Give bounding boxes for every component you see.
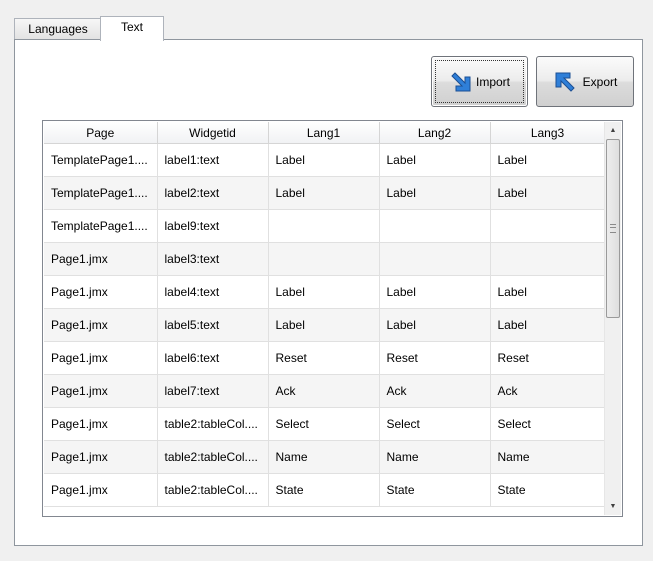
column-header-lang1[interactable]: Lang1 xyxy=(268,122,380,144)
table-cell[interactable]: Label xyxy=(379,308,491,342)
table-cell[interactable]: Label xyxy=(379,143,491,177)
table-cell[interactable]: Ack xyxy=(379,374,491,408)
table-cell[interactable]: Ack xyxy=(268,374,380,408)
table-cell[interactable]: Page1.jmx xyxy=(44,242,158,276)
import-label: Import xyxy=(475,74,510,89)
table-cell[interactable]: Select xyxy=(268,407,380,441)
table-cell[interactable]: label5:text xyxy=(157,308,269,342)
table-cell[interactable]: label1:text xyxy=(157,143,269,177)
text-tab-panel: Import Export Page Widgetid Lang1 Lang2 … xyxy=(14,39,643,546)
table-row[interactable]: Page1.jmx label6:text Reset Reset Reset xyxy=(44,341,606,375)
table-cell[interactable]: table2:tableCol.... xyxy=(157,473,269,507)
table-cell[interactable]: State xyxy=(379,473,491,507)
table-cell[interactable]: Label xyxy=(268,176,380,210)
column-header-lang3[interactable]: Lang3 xyxy=(490,122,606,144)
table-cell[interactable]: label2:text xyxy=(157,176,269,210)
table-cell[interactable]: label4:text xyxy=(157,275,269,309)
table-cell[interactable]: TemplatePage1.... xyxy=(44,176,158,210)
table-cell[interactable]: Name xyxy=(268,440,380,474)
tab-text[interactable]: Text xyxy=(100,16,164,41)
table-cell[interactable]: TemplatePage1.... xyxy=(44,143,158,177)
scrollbar-grip-icon xyxy=(610,224,616,233)
table-cell[interactable]: Label xyxy=(268,308,380,342)
scroll-down-arrow-icon[interactable]: ▼ xyxy=(605,498,621,515)
table-row[interactable]: TemplatePage1.... label1:text Label Labe… xyxy=(44,143,606,177)
table-cell[interactable]: Page1.jmx xyxy=(44,473,158,507)
import-button[interactable]: Import xyxy=(431,56,528,107)
table-cell[interactable]: State xyxy=(268,473,380,507)
table-cell[interactable]: Label xyxy=(490,275,606,309)
table-cell[interactable]: Label xyxy=(379,176,491,210)
table-cell[interactable] xyxy=(268,242,380,276)
table-cell[interactable]: label9:text xyxy=(157,209,269,243)
table-cell[interactable]: Page1.jmx xyxy=(44,374,158,408)
table-row[interactable]: Page1.jmx label5:text Label Label Label xyxy=(44,308,606,342)
table-cell[interactable] xyxy=(379,242,491,276)
table-cell[interactable]: label6:text xyxy=(157,341,269,375)
table-cell[interactable]: Label xyxy=(490,308,606,342)
table-cell[interactable]: Reset xyxy=(379,341,491,375)
scroll-up-arrow-icon[interactable]: ▲ xyxy=(605,122,621,139)
table-cell[interactable] xyxy=(268,209,380,243)
tab-languages[interactable]: Languages xyxy=(14,18,102,39)
column-header-page[interactable]: Page xyxy=(44,122,158,144)
table-cell[interactable] xyxy=(490,209,606,243)
table-cell[interactable] xyxy=(490,242,606,276)
export-button[interactable]: Export xyxy=(536,56,634,107)
table-cell[interactable]: Select xyxy=(379,407,491,441)
table-cell[interactable]: Label xyxy=(490,143,606,177)
table-cell[interactable]: Label xyxy=(379,275,491,309)
table-row[interactable]: Page1.jmx label4:text Label Label Label xyxy=(44,275,606,309)
table-cell[interactable]: label3:text xyxy=(157,242,269,276)
table-cell[interactable]: Page1.jmx xyxy=(44,308,158,342)
table-cell[interactable] xyxy=(379,209,491,243)
table-cell[interactable]: TemplatePage1.... xyxy=(44,209,158,243)
table-cell[interactable]: Page1.jmx xyxy=(44,440,158,474)
table-cell[interactable]: Page1.jmx xyxy=(44,275,158,309)
table-cell[interactable]: Ack xyxy=(490,374,606,408)
table-row[interactable]: TemplatePage1.... label2:text Label Labe… xyxy=(44,176,606,210)
export-label: Export xyxy=(582,74,618,89)
column-header-lang2[interactable]: Lang2 xyxy=(379,122,491,144)
scrollbar-thumb[interactable] xyxy=(606,139,620,318)
table-cell[interactable]: Label xyxy=(268,275,380,309)
table-row[interactable]: Page1.jmx label3:text xyxy=(44,242,606,276)
table-header: Page Widgetid Lang1 Lang2 Lang3 xyxy=(44,122,606,144)
table-row[interactable]: Page1.jmx label7:text Ack Ack Ack xyxy=(44,374,606,408)
vertical-scrollbar[interactable]: ▲ ▼ xyxy=(604,122,621,515)
table-cell[interactable]: Name xyxy=(379,440,491,474)
table-cell[interactable]: Label xyxy=(490,176,606,210)
table-cell[interactable]: label7:text xyxy=(157,374,269,408)
table-cell[interactable]: Page1.jmx xyxy=(44,407,158,441)
arrow-up-left-icon xyxy=(555,72,575,92)
table-cell[interactable]: Name xyxy=(490,440,606,474)
translation-table: Page Widgetid Lang1 Lang2 Lang3 Template… xyxy=(42,120,623,517)
table-cell[interactable]: Select xyxy=(490,407,606,441)
table-row[interactable]: Page1.jmx table2:tableCol.... Name Name … xyxy=(44,440,606,474)
table-cell[interactable]: State xyxy=(490,473,606,507)
table-cell[interactable]: table2:tableCol.... xyxy=(157,407,269,441)
column-header-widgetid[interactable]: Widgetid xyxy=(157,122,269,144)
table-row[interactable]: Page1.jmx table2:tableCol.... State Stat… xyxy=(44,473,606,507)
table-row[interactable]: Page1.jmx table2:tableCol.... Select Sel… xyxy=(44,407,606,441)
table-cell[interactable]: Label xyxy=(268,143,380,177)
table-cell[interactable]: Reset xyxy=(490,341,606,375)
table-cell[interactable]: table2:tableCol.... xyxy=(157,440,269,474)
table-row[interactable]: TemplatePage1.... label9:text xyxy=(44,209,606,243)
arrow-down-right-icon xyxy=(451,71,471,91)
table-cell[interactable]: Page1.jmx xyxy=(44,341,158,375)
table-cell[interactable]: Reset xyxy=(268,341,380,375)
